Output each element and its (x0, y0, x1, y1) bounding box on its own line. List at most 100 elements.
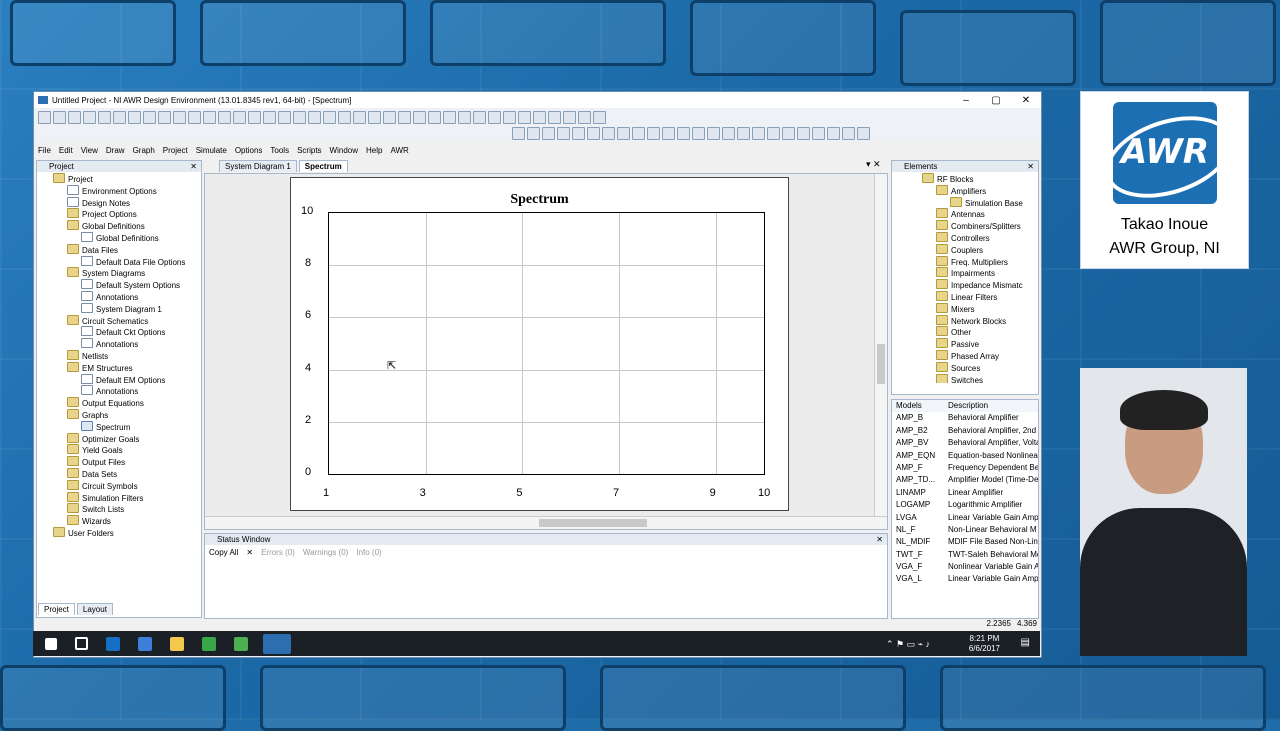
toolbar-button[interactable] (398, 111, 411, 124)
tree-item[interactable]: Default EM Options (37, 373, 201, 386)
horizontal-scrollbar[interactable] (205, 516, 887, 529)
menu-item-awr[interactable]: AWR (390, 146, 408, 155)
toolbar-button[interactable] (782, 127, 795, 140)
tree-item[interactable]: Environment Options (37, 184, 201, 197)
model-row[interactable]: AMP_TD... Amplifier Model (Time-De (892, 474, 1038, 486)
menu-item-options[interactable]: Options (235, 146, 263, 155)
app-icon[interactable] (138, 636, 152, 651)
system-tray[interactable]: ⌃ ⚑ ▭ ⌁ ♪ (886, 639, 930, 650)
toolbar-button[interactable] (533, 111, 546, 124)
toolbar-button[interactable] (203, 111, 216, 124)
toolbar-button[interactable] (527, 127, 540, 140)
toolbar-button[interactable] (692, 127, 705, 140)
tree-item[interactable]: Output Files (37, 456, 201, 468)
element-category[interactable]: Network Blocks (892, 314, 1038, 327)
tree-item[interactable]: Project Options (37, 208, 201, 220)
info-filter[interactable]: Info (0) (356, 548, 381, 557)
toolbar-button[interactable] (647, 127, 660, 140)
element-category[interactable]: Switches (892, 373, 1038, 383)
model-row[interactable]: AMP_EQN Equation-based Nonlinea (892, 450, 1038, 462)
element-category[interactable]: Controllers (892, 231, 1038, 244)
toolbar-button[interactable] (38, 111, 51, 124)
toolbar-button[interactable] (752, 127, 765, 140)
tree-item[interactable]: Simulation Filters (37, 491, 201, 504)
toolbar-button[interactable] (83, 111, 96, 124)
toolbar-button[interactable] (143, 111, 156, 124)
toolbar-button[interactable] (368, 111, 381, 124)
toolbar-button[interactable] (587, 127, 600, 140)
menu-item-help[interactable]: Help (366, 146, 382, 155)
toolbar-button[interactable] (68, 111, 81, 124)
warnings-filter[interactable]: Warnings (0) (303, 548, 349, 557)
plot-area[interactable] (328, 212, 765, 475)
toolbar-button[interactable] (617, 127, 630, 140)
minimize-button[interactable]: – (951, 95, 981, 106)
menu-item-draw[interactable]: Draw (106, 146, 125, 155)
model-row[interactable]: AMP_B2 Behavioral Amplifier, 2nd (892, 425, 1038, 437)
menu-item-file[interactable]: File (38, 146, 51, 155)
toolbar-button[interactable] (827, 127, 840, 140)
element-category[interactable]: Impairments (892, 267, 1038, 279)
toolbar-button[interactable] (458, 111, 471, 124)
tree-item[interactable]: Design Notes (37, 196, 201, 209)
element-category[interactable]: Other (892, 326, 1038, 338)
toolbar-button[interactable] (98, 111, 111, 124)
element-category[interactable]: Combiners/Splitters (892, 220, 1038, 232)
toolbar-button[interactable] (857, 127, 870, 140)
model-row[interactable]: AMP_BV Behavioral Amplifier, Volta (892, 437, 1038, 449)
menu-item-scripts[interactable]: Scripts (297, 146, 321, 155)
toolbar-button[interactable] (677, 127, 690, 140)
file-explorer-icon[interactable] (170, 636, 184, 651)
tab-project[interactable]: Project (38, 603, 75, 615)
model-row[interactable]: NL_MDIF MDIF File Based Non-Line (892, 536, 1038, 548)
copy-all-button[interactable]: Copy All (209, 548, 238, 557)
tree-item[interactable]: System Diagram 1 (37, 302, 201, 315)
tree-item[interactable]: Optimizer Goals (37, 432, 201, 445)
element-category[interactable]: Mixers (892, 302, 1038, 315)
camtasia-recorder-icon[interactable] (234, 636, 248, 651)
tree-item[interactable]: Global Definitions (37, 220, 201, 232)
element-category[interactable]: Couplers (892, 243, 1038, 256)
scrollbar-thumb[interactable] (539, 519, 647, 527)
toolbar-button[interactable] (797, 127, 810, 140)
tree-item[interactable]: Output Equations (37, 397, 201, 409)
toolbar-button[interactable] (323, 111, 336, 124)
element-category[interactable]: Phased Array (892, 349, 1038, 362)
close-icon[interactable]: ✕ (190, 161, 197, 172)
model-row[interactable]: VGA_F Nonlinear Variable Gain A (892, 561, 1038, 573)
toolbar-button[interactable] (338, 111, 351, 124)
toolbar-button[interactable] (602, 127, 615, 140)
toolbar-button[interactable] (518, 111, 531, 124)
toolbar-button[interactable] (593, 111, 606, 124)
toolbar-button[interactable] (218, 111, 231, 124)
menu-item-simulate[interactable]: Simulate (196, 146, 227, 155)
toolbar-button[interactable] (248, 111, 261, 124)
toolbar-button[interactable] (428, 111, 441, 124)
tab-layout[interactable]: Layout (76, 603, 113, 615)
tree-item[interactable]: User Folders (37, 526, 201, 539)
element-category[interactable]: Amplifiers (892, 184, 1038, 197)
menu-item-edit[interactable]: Edit (59, 146, 73, 155)
element-category[interactable]: Antennas (892, 208, 1038, 220)
clear-icon[interactable]: ✕ (246, 548, 253, 557)
toolbar-button[interactable] (128, 111, 141, 124)
tree-item[interactable]: Default Ckt Options (37, 326, 201, 338)
toolbar-button[interactable] (53, 111, 66, 124)
close-icon[interactable]: ✕ (876, 534, 883, 545)
model-row[interactable]: TWT_F TWT-Saleh Behavioral Mo (892, 549, 1038, 561)
tree-item[interactable]: Annotations (37, 338, 201, 350)
tree-item[interactable]: Switch Lists (37, 503, 201, 515)
tree-item[interactable]: Graphs (37, 408, 201, 421)
toolbar-button[interactable] (308, 111, 321, 124)
element-category[interactable]: Passive (892, 338, 1038, 350)
tree-item[interactable]: Default Data File Options (37, 255, 201, 268)
spectrum-graph[interactable]: Spectrum 1 3 5 7 9 10 0 2 4 6 8 10 ⇱ (290, 177, 789, 511)
menu-item-graph[interactable]: Graph (133, 146, 155, 155)
toolbar-button[interactable] (578, 111, 591, 124)
element-category[interactable]: Impedance Mismatc (892, 279, 1038, 291)
toolbar-button[interactable] (503, 111, 516, 124)
toolbar-button[interactable] (632, 127, 645, 140)
windows-start-icon[interactable] (45, 637, 57, 650)
toolbar-button[interactable] (707, 127, 720, 140)
tree-item[interactable]: Data Sets (37, 467, 201, 480)
